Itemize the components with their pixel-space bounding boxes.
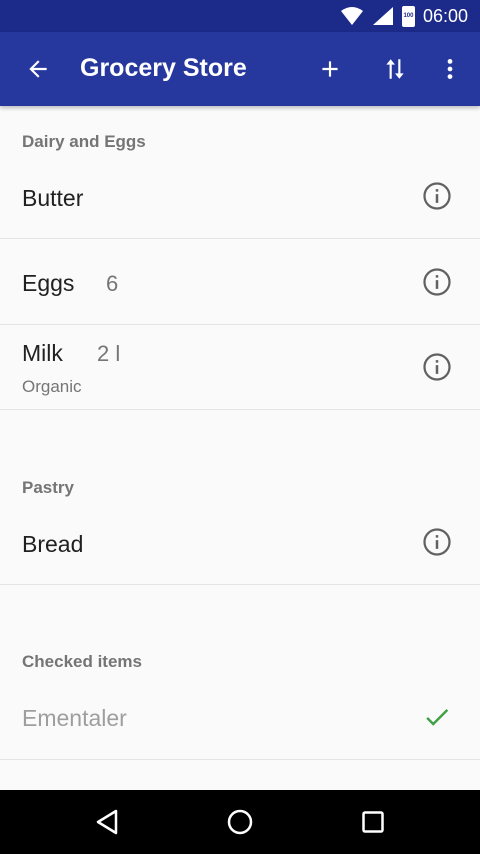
app-bar: Grocery Store bbox=[0, 32, 480, 106]
recents-nav-icon bbox=[362, 811, 384, 833]
item-name: Butter bbox=[22, 185, 84, 211]
item-quantity: 6 bbox=[106, 271, 119, 296]
nav-home-button[interactable] bbox=[220, 802, 260, 842]
section-header-dairy: Dairy and Eggs bbox=[22, 132, 146, 151]
item-name: Milk bbox=[22, 340, 63, 366]
status-time: 06:00 bbox=[422, 5, 468, 26]
back-arrow-icon bbox=[29, 60, 47, 78]
item-name: Bread bbox=[22, 531, 84, 557]
sort-button[interactable] bbox=[375, 49, 415, 89]
nav-back-button[interactable] bbox=[87, 802, 127, 842]
page-title: Grocery Store bbox=[80, 54, 247, 82]
battery-icon: 100 bbox=[401, 5, 415, 27]
system-nav-bar bbox=[0, 790, 480, 854]
info-icon[interactable] bbox=[422, 527, 452, 557]
list-item[interactable]: Bread bbox=[0, 500, 480, 585]
info-icon[interactable] bbox=[422, 267, 452, 297]
list-item[interactable]: Ementaler bbox=[0, 674, 480, 760]
section-header-pastry: Pastry bbox=[22, 478, 74, 497]
item-name: Eggs bbox=[22, 270, 75, 296]
back-nav-icon bbox=[96, 809, 118, 835]
sort-icon bbox=[386, 59, 404, 79]
info-icon[interactable] bbox=[422, 181, 452, 211]
signal-icon bbox=[372, 7, 393, 25]
check-icon[interactable] bbox=[422, 702, 452, 732]
section-header-checked: Checked items bbox=[22, 652, 142, 671]
wifi-icon bbox=[340, 7, 363, 25]
home-nav-icon bbox=[227, 809, 253, 835]
add-button[interactable] bbox=[310, 49, 350, 89]
nav-recents-button[interactable] bbox=[353, 802, 393, 842]
list-item[interactable]: Milk 2 l Organic bbox=[0, 325, 480, 410]
list-item[interactable]: Butter bbox=[0, 154, 480, 239]
back-button[interactable] bbox=[18, 49, 58, 89]
status-bar: 100 06:00 bbox=[0, 0, 480, 32]
item-note: Organic bbox=[22, 377, 82, 396]
info-icon[interactable] bbox=[422, 352, 452, 382]
item-quantity: 2 l bbox=[97, 341, 121, 366]
more-vert-icon bbox=[447, 59, 453, 79]
add-icon bbox=[322, 61, 338, 77]
shopping-list: Dairy and Eggs Butter Eggs 6 Milk 2 l Or… bbox=[0, 106, 480, 790]
battery-level: 100 bbox=[403, 13, 414, 19]
item-name: Ementaler bbox=[22, 705, 127, 731]
more-options-button[interactable] bbox=[430, 49, 470, 89]
list-item[interactable]: Eggs 6 bbox=[0, 239, 480, 325]
